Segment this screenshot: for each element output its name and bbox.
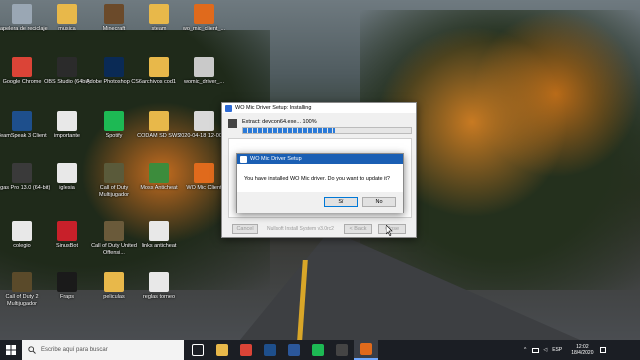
windows-logo-icon bbox=[6, 345, 16, 355]
installer-titlebar[interactable]: WO Mic Driver Setup: Installing bbox=[222, 103, 416, 113]
folder-icon bbox=[149, 57, 169, 77]
task-view-icon bbox=[192, 344, 204, 356]
document-icon bbox=[149, 272, 169, 292]
dialog-app-icon bbox=[240, 155, 247, 163]
document-icon bbox=[57, 163, 77, 183]
no-button[interactable]: No bbox=[362, 197, 396, 207]
nsis-label: Nullsoft Install System v3.0rc2 bbox=[267, 226, 334, 232]
language-indicator[interactable]: ESP bbox=[552, 347, 562, 353]
dialog-titlebar[interactable]: WO Mic Driver Setup bbox=[237, 154, 403, 164]
taskbar-app-button[interactable] bbox=[306, 340, 330, 360]
taskbar-app-button[interactable] bbox=[330, 340, 354, 360]
installer-status-icon bbox=[228, 119, 237, 128]
yes-button[interactable]: Sí bbox=[324, 197, 358, 207]
folder-icon bbox=[104, 272, 124, 292]
installer-status-text: Extract: devcon64.exe... 100% bbox=[242, 119, 317, 125]
document-icon bbox=[57, 111, 77, 131]
photoshop-icon bbox=[104, 57, 124, 77]
start-button[interactable] bbox=[0, 340, 22, 360]
folder-icon bbox=[57, 4, 77, 24]
teamspeak-icon bbox=[264, 344, 276, 356]
mouse-cursor-icon bbox=[386, 225, 393, 236]
chrome-icon bbox=[12, 57, 32, 77]
video-file-icon bbox=[194, 111, 214, 131]
installer-progress-fill bbox=[243, 128, 336, 133]
teamspeak-icon bbox=[12, 111, 32, 131]
cancel-button[interactable]: Cancel bbox=[232, 224, 258, 234]
search-box[interactable]: Escribe aquí para buscar bbox=[22, 340, 184, 360]
obs-icon bbox=[57, 57, 77, 77]
moss-icon bbox=[149, 163, 169, 183]
taskbar-app-button[interactable] bbox=[234, 340, 258, 360]
obs-icon bbox=[336, 344, 348, 356]
desktop-icon-label: reglas torneo bbox=[142, 294, 176, 300]
vegas-icon bbox=[12, 163, 32, 183]
wo-mic-icon bbox=[194, 163, 214, 183]
taskbar-app-button[interactable] bbox=[354, 340, 378, 360]
desktop-icon[interactable]: womic_driver_... bbox=[175, 57, 233, 86]
recycle-bin-icon bbox=[12, 4, 32, 24]
desktop-icon[interactable]: reglas torneo bbox=[130, 272, 188, 301]
desktop-icon[interactable]: links anticheat bbox=[130, 221, 188, 250]
desktop-icon[interactable]: wo_mic_client_... bbox=[175, 4, 233, 33]
dialog-button-area: Sí No bbox=[237, 192, 403, 213]
wo-mic-icon bbox=[360, 343, 372, 355]
word-icon bbox=[288, 344, 300, 356]
chrome-icon bbox=[240, 344, 252, 356]
taskbar: Escribe aquí para buscar ^ ◁ ESP 12:02 1… bbox=[0, 340, 640, 360]
folder-icon bbox=[149, 111, 169, 131]
file-explorer-icon bbox=[216, 344, 228, 356]
desktop-icon-label: wo_mic_client_... bbox=[182, 26, 226, 32]
installer-app-icon bbox=[225, 104, 232, 112]
taskbar-app-button[interactable] bbox=[282, 340, 306, 360]
installer-progress-bar bbox=[242, 127, 412, 134]
notifications-icon[interactable] bbox=[600, 347, 607, 353]
search-placeholder: Escribe aquí para buscar bbox=[41, 347, 108, 353]
dialog-title: WO Mic Driver Setup bbox=[250, 156, 302, 162]
spotify-icon bbox=[312, 344, 324, 356]
clock-date: 18/4/2020 bbox=[571, 350, 594, 356]
search-icon bbox=[28, 346, 36, 354]
dialog-message: You have installed WO Mic driver. Do you… bbox=[244, 176, 390, 182]
back-button[interactable]: < Back bbox=[344, 224, 372, 234]
cod-icon bbox=[104, 221, 124, 241]
spotify-icon bbox=[104, 111, 124, 131]
clock[interactable]: 12:02 18/4/2020 bbox=[571, 344, 593, 356]
desktop-icon-label: links anticheat bbox=[141, 243, 177, 249]
taskbar-app-button[interactable] bbox=[258, 340, 282, 360]
update-dialog: WO Mic Driver Setup You have installed W… bbox=[236, 153, 404, 213]
wo-mic-icon bbox=[194, 4, 214, 24]
minecraft-icon bbox=[104, 4, 124, 24]
cod-icon bbox=[104, 163, 124, 183]
network-icon[interactable] bbox=[532, 347, 540, 353]
cod2-icon bbox=[12, 272, 32, 292]
system-tray: ^ ◁ ESP 12:02 18/4/2020 bbox=[520, 340, 640, 360]
sinusbot-icon bbox=[57, 221, 77, 241]
taskbar-app-button[interactable] bbox=[186, 340, 210, 360]
document-icon bbox=[12, 221, 32, 241]
fraps-icon bbox=[57, 272, 77, 292]
folder-icon bbox=[149, 4, 169, 24]
document-icon bbox=[149, 221, 169, 241]
chevron-up-icon[interactable]: ^ bbox=[524, 347, 526, 353]
road bbox=[240, 230, 580, 340]
desktop-icon-label: womic_driver_... bbox=[183, 79, 225, 85]
taskbar-app-button[interactable] bbox=[210, 340, 234, 360]
installer-icon bbox=[194, 57, 214, 77]
installer-title: WO Mic Driver Setup: Installing bbox=[235, 105, 312, 111]
volume-icon[interactable]: ◁ bbox=[543, 347, 547, 353]
